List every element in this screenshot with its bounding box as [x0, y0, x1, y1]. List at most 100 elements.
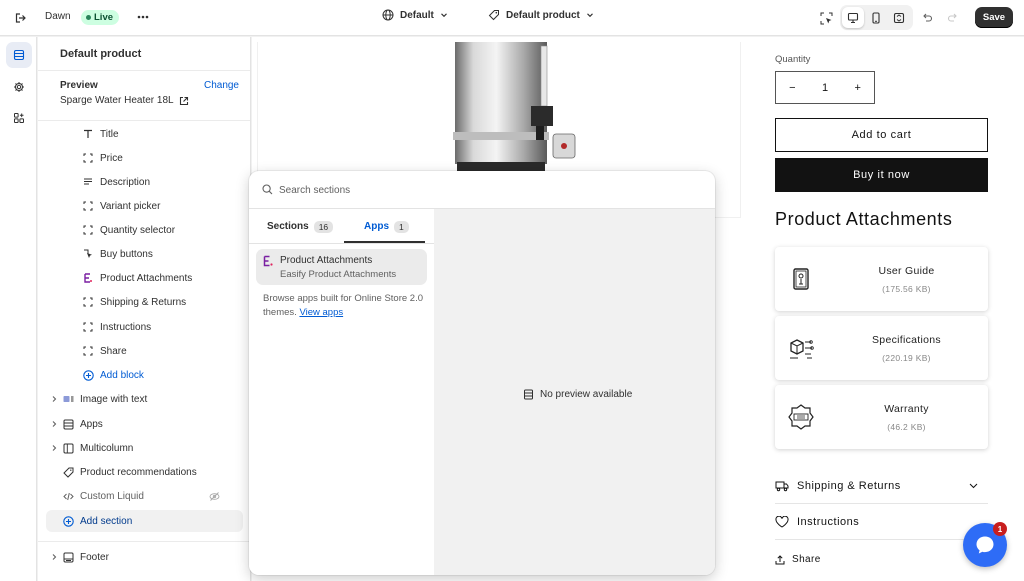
- plus-circle-icon: [82, 369, 94, 381]
- preview-product-link[interactable]: Sparge Water Heater 18L: [60, 95, 189, 106]
- block-shipping-returns[interactable]: Shipping & Returns: [46, 291, 243, 313]
- chat-notification-badge: 1: [993, 522, 1007, 536]
- sidebar: Default product Preview Change Sparge Wa…: [38, 37, 251, 581]
- section-label: Custom Liquid: [80, 490, 144, 502]
- more-actions-button[interactable]: [134, 8, 152, 26]
- heart-icon: [775, 516, 789, 528]
- dashed-block-icon: [82, 200, 94, 212]
- truck-icon: [775, 480, 789, 492]
- attachment-card-user-guide[interactable]: User Guide (175.56 KB): [775, 247, 988, 311]
- section-apps[interactable]: Apps: [46, 413, 243, 435]
- undo-button[interactable]: [918, 8, 936, 26]
- block-price[interactable]: Price: [46, 147, 243, 169]
- redo-button[interactable]: [944, 8, 962, 26]
- external-link-icon: [179, 96, 189, 106]
- eye-hidden-icon[interactable]: [208, 490, 220, 502]
- section-image-with-text[interactable]: Image with text: [46, 388, 243, 410]
- section-product-recommendations[interactable]: Product recommendations: [46, 461, 243, 483]
- gear-icon: [13, 81, 25, 93]
- attachment-card-warranty[interactable]: Warranty (46.2 KB): [775, 385, 988, 449]
- specifications-icon: [787, 334, 815, 362]
- block-label: Instructions: [100, 321, 152, 333]
- change-preview-link[interactable]: Change: [204, 80, 239, 91]
- chevron-right-icon: [50, 420, 58, 428]
- block-description[interactable]: Description: [46, 171, 243, 193]
- top-bar: Dawn Live Default Default product Save: [0, 0, 1024, 36]
- section-footer[interactable]: Footer: [46, 546, 243, 568]
- theme-settings-nav-button[interactable]: [6, 74, 32, 100]
- section-preview-icon: [523, 389, 534, 400]
- theme-selector[interactable]: Default: [382, 9, 448, 21]
- quantity-increase-button[interactable]: +: [841, 82, 874, 94]
- section-label: Footer: [80, 551, 109, 563]
- block-label: Variant picker: [100, 200, 161, 212]
- block-product-attachments[interactable]: Product Attachments: [46, 267, 243, 289]
- dashed-block-icon: [82, 345, 94, 357]
- app-logo-icon: [262, 255, 274, 267]
- attachment-size: (46.2 KB): [887, 422, 926, 432]
- user-guide-icon: [787, 265, 815, 293]
- block-variant-picker[interactable]: Variant picker: [46, 195, 243, 217]
- template-selector[interactable]: Default product: [488, 9, 594, 21]
- store-name: Dawn: [45, 11, 71, 22]
- app-embeds-nav-button[interactable]: [6, 105, 32, 131]
- attachments-heading: Product Attachments: [775, 209, 953, 229]
- share-button[interactable]: Share: [775, 554, 821, 565]
- undo-icon: [921, 11, 933, 23]
- quantity-value[interactable]: 1: [809, 82, 842, 94]
- mobile-view-button[interactable]: [865, 7, 887, 28]
- dashed-block-icon: [82, 152, 94, 164]
- divider: [38, 70, 250, 71]
- instructions-accordion[interactable]: Instructions: [775, 504, 988, 540]
- save-button[interactable]: Save: [975, 7, 1013, 28]
- desktop-view-button[interactable]: [842, 7, 864, 28]
- block-label: Shipping & Returns: [100, 296, 187, 308]
- block-buy-buttons[interactable]: Buy buttons: [46, 243, 243, 265]
- search-icon: [262, 184, 273, 195]
- attachment-card-specifications[interactable]: Specifications (220.19 KB): [775, 316, 988, 380]
- block-quantity-selector[interactable]: Quantity selector: [46, 219, 243, 241]
- inspector-button[interactable]: [816, 8, 836, 28]
- block-title[interactable]: Title: [46, 123, 243, 145]
- template-selector-label: Default product: [506, 9, 580, 21]
- plus-circle-icon: [62, 515, 74, 527]
- add-section-label: Add section: [80, 515, 133, 527]
- quantity-decrease-button[interactable]: −: [776, 82, 809, 94]
- icon-rail: [0, 37, 37, 581]
- tab-sections[interactable]: Sections 16: [267, 209, 334, 244]
- ellipsis-icon: [137, 15, 149, 19]
- block-label: Share: [100, 345, 127, 357]
- tab-apps[interactable]: Apps 1: [364, 209, 409, 244]
- view-apps-link[interactable]: View apps: [299, 307, 343, 318]
- add-section-popover: Sections 16 Apps 1 Product Attachments E…: [249, 171, 715, 575]
- redo-icon: [947, 11, 959, 23]
- search-sections-input[interactable]: [279, 181, 699, 199]
- exit-button[interactable]: [10, 8, 30, 28]
- block-share[interactable]: Share: [46, 340, 243, 362]
- buy-it-now-button[interactable]: Buy it now: [775, 158, 988, 192]
- shipping-returns-accordion[interactable]: Shipping & Returns: [775, 468, 988, 504]
- section-search-bar: [249, 171, 715, 209]
- dashed-block-icon: [82, 296, 94, 308]
- globe-icon: [382, 9, 394, 21]
- live-badge: Live: [81, 10, 120, 25]
- preview-product-name: Sparge Water Heater 18L: [60, 95, 174, 106]
- tab-count: 16: [313, 220, 334, 233]
- section-multicolumn[interactable]: Multicolumn: [46, 437, 243, 459]
- block-instructions[interactable]: Instructions: [46, 316, 243, 338]
- exit-icon: [13, 11, 27, 25]
- add-section-button[interactable]: Add section: [46, 510, 243, 532]
- section-custom-liquid[interactable]: Custom Liquid: [46, 485, 243, 507]
- fullscreen-view-button[interactable]: [888, 7, 910, 28]
- section-label: Image with text: [80, 393, 148, 405]
- sections-nav-button[interactable]: [6, 42, 32, 68]
- sections-icon: [13, 49, 25, 61]
- share-label: Share: [792, 554, 821, 565]
- app-subtitle: Easify Product Attachments: [280, 269, 397, 280]
- warranty-icon: [787, 403, 815, 431]
- live-badge-label: Live: [94, 12, 114, 23]
- add-to-cart-button[interactable]: Add to cart: [775, 118, 988, 152]
- block-label: Description: [100, 176, 151, 188]
- add-block-button[interactable]: Add block: [46, 364, 243, 386]
- app-section-product-attachments[interactable]: Product Attachments Easify Product Attac…: [256, 249, 427, 285]
